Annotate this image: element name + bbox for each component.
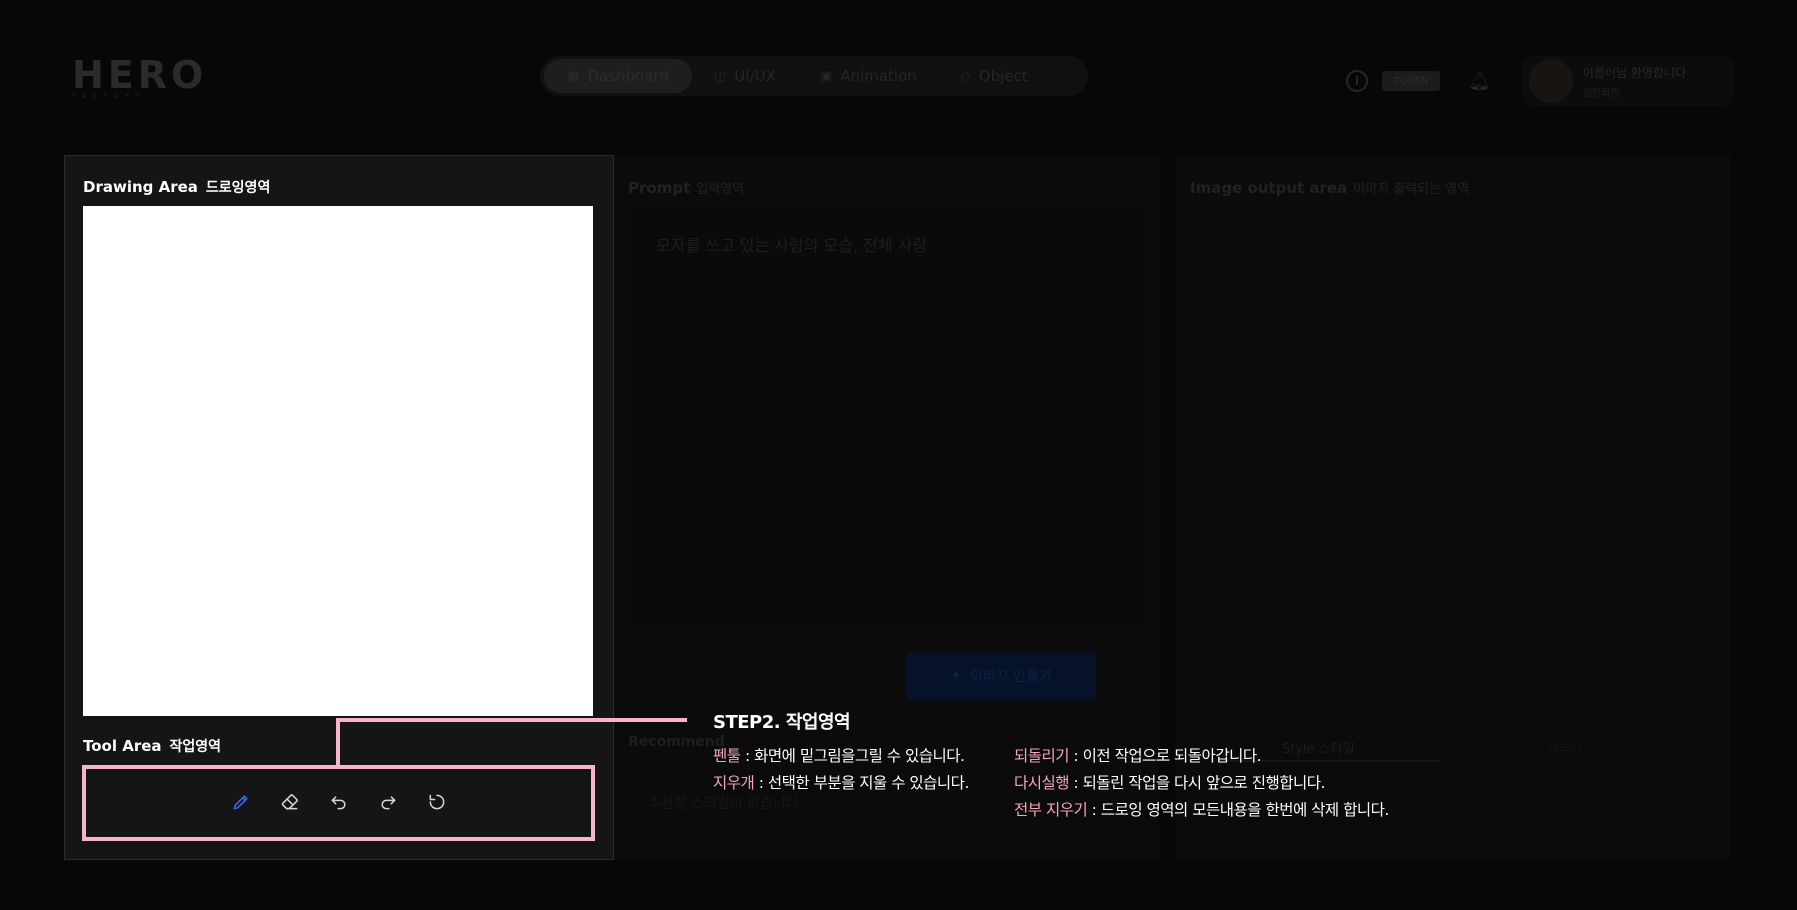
tutorial-desc-eraser: 지우개 : 선택한 부분을 지울 수 있습니다. bbox=[713, 771, 969, 793]
prompt-title-sub: 입력영역 bbox=[696, 182, 745, 197]
tool-title-text: Tool Area bbox=[83, 737, 162, 755]
drawing-title-sub: 드로잉영역 bbox=[205, 180, 271, 196]
grid-icon: ▦ bbox=[567, 68, 580, 84]
cube-icon: ◇ bbox=[960, 68, 971, 84]
generate-label: 이미지 만들기 bbox=[970, 669, 1052, 685]
output-title-text: Image output area bbox=[1190, 179, 1348, 197]
drawing-title-text: Drawing Area bbox=[83, 178, 198, 196]
desc-text: : 되돌린 작업을 다시 앞으로 진행합니다. bbox=[1069, 774, 1325, 792]
nav-label: Object bbox=[978, 67, 1028, 85]
film-icon: ▣ bbox=[820, 68, 833, 84]
main-nav: ▦ Dashboard ◫ UI/UX ▣ Animation ◇ Object bbox=[540, 56, 1088, 96]
layout-icon: ◫ bbox=[714, 68, 727, 84]
tutorial-desc-reset: 전부 지우기 : 드로잉 영역의 모든내용을 한번에 삭제 합니다. bbox=[1014, 798, 1389, 820]
token-badge[interactable]: TOKEN bbox=[1382, 71, 1440, 91]
nav-item-dashboard[interactable]: ▦ Dashboard bbox=[544, 59, 692, 93]
tutorial-desc-undo: 되돌리기 : 이전 작업으로 되돌아갑니다. bbox=[1014, 744, 1262, 766]
desc-key: 펜툴 bbox=[713, 747, 741, 765]
desc-key: 전부 지우기 bbox=[1014, 801, 1088, 819]
nav-item-object[interactable]: ◇ Object bbox=[939, 59, 1050, 93]
header-actions: i TOKEN 🔔︎ 이름이님 환영합니다 일반회원 bbox=[1346, 56, 1733, 106]
nav-label: UI/UX bbox=[734, 67, 777, 85]
drawing-canvas[interactable] bbox=[83, 206, 593, 716]
avatar bbox=[1528, 59, 1573, 103]
recommend-title: Recommend bbox=[628, 734, 725, 750]
tutorial-desc-pen: 펜툴 : 화면에 밑그림을그릴 수 있습니다. bbox=[713, 744, 965, 766]
desc-text: : 화면에 밑그림을그릴 수 있습니다. bbox=[740, 747, 965, 765]
more-link[interactable]: 더보기 bbox=[1548, 738, 1581, 755]
logo-text: HERO bbox=[72, 53, 208, 97]
output-title: Image output area 이미지 출력되는 영역 bbox=[1190, 178, 1469, 197]
callout-connector-line bbox=[336, 718, 687, 722]
prompt-placeholder: 모자를 쓰고 있는 사람의 모습, 전체 사람 bbox=[656, 236, 928, 255]
info-icon[interactable]: i bbox=[1346, 70, 1368, 92]
desc-text: : 드로잉 영역의 모든내용을 한번에 삭제 합니다. bbox=[1087, 801, 1390, 819]
tool-title-sub: 작업영역 bbox=[169, 739, 222, 755]
tutorial-step-title: STEP2. 작업영역 bbox=[713, 712, 851, 733]
user-role: 일반회원 bbox=[1582, 87, 1620, 99]
sparkle-icon: ✦ bbox=[950, 668, 962, 684]
nav-item-uiux[interactable]: ◫ UI/UX bbox=[692, 59, 798, 93]
user-name: 이름이님 환영합니다 bbox=[1582, 65, 1687, 80]
recommend-empty-text: 추천할 스타일이 없습니다 bbox=[648, 796, 799, 812]
generate-image-button[interactable]: ✦ 이미지 만들기 bbox=[906, 652, 1096, 700]
tool-area-title: Tool Area 작업영역 bbox=[83, 736, 221, 756]
desc-text: : 이전 작업으로 되돌아갑니다. bbox=[1069, 747, 1262, 765]
user-profile[interactable]: 이름이님 환영합니다 일반회원 bbox=[1522, 56, 1733, 106]
drawing-area-title: Drawing Area 드로잉영역 bbox=[83, 177, 270, 197]
prompt-input[interactable] bbox=[628, 208, 1146, 628]
tab-style[interactable]: Style 스타일 bbox=[1282, 738, 1355, 757]
desc-key: 다시실행 bbox=[1014, 774, 1070, 792]
tool-area-highlight bbox=[82, 765, 595, 841]
desc-key: 되돌리기 bbox=[1014, 747, 1070, 765]
prompt-title: Prompt 입력영역 bbox=[628, 178, 744, 197]
desc-key: 지우개 bbox=[713, 774, 755, 792]
bell-icon[interactable]: 🔔︎ bbox=[1468, 71, 1491, 92]
app-logo[interactable]: HERO FACTORY bbox=[72, 53, 208, 100]
prompt-title-text: Prompt bbox=[628, 179, 691, 197]
tutorial-desc-redo: 다시실행 : 되돌린 작업을 다시 앞으로 진행합니다. bbox=[1014, 771, 1325, 793]
desc-text: : 선택한 부분을 지울 수 있습니다. bbox=[754, 774, 970, 792]
output-title-sub: 이미지 출력되는 영역 bbox=[1353, 182, 1470, 197]
callout-connector bbox=[336, 718, 340, 767]
nav-item-animation[interactable]: ▣ Animation bbox=[798, 59, 939, 93]
nav-label: Animation bbox=[840, 67, 917, 85]
nav-label: Dashboard bbox=[587, 67, 669, 85]
